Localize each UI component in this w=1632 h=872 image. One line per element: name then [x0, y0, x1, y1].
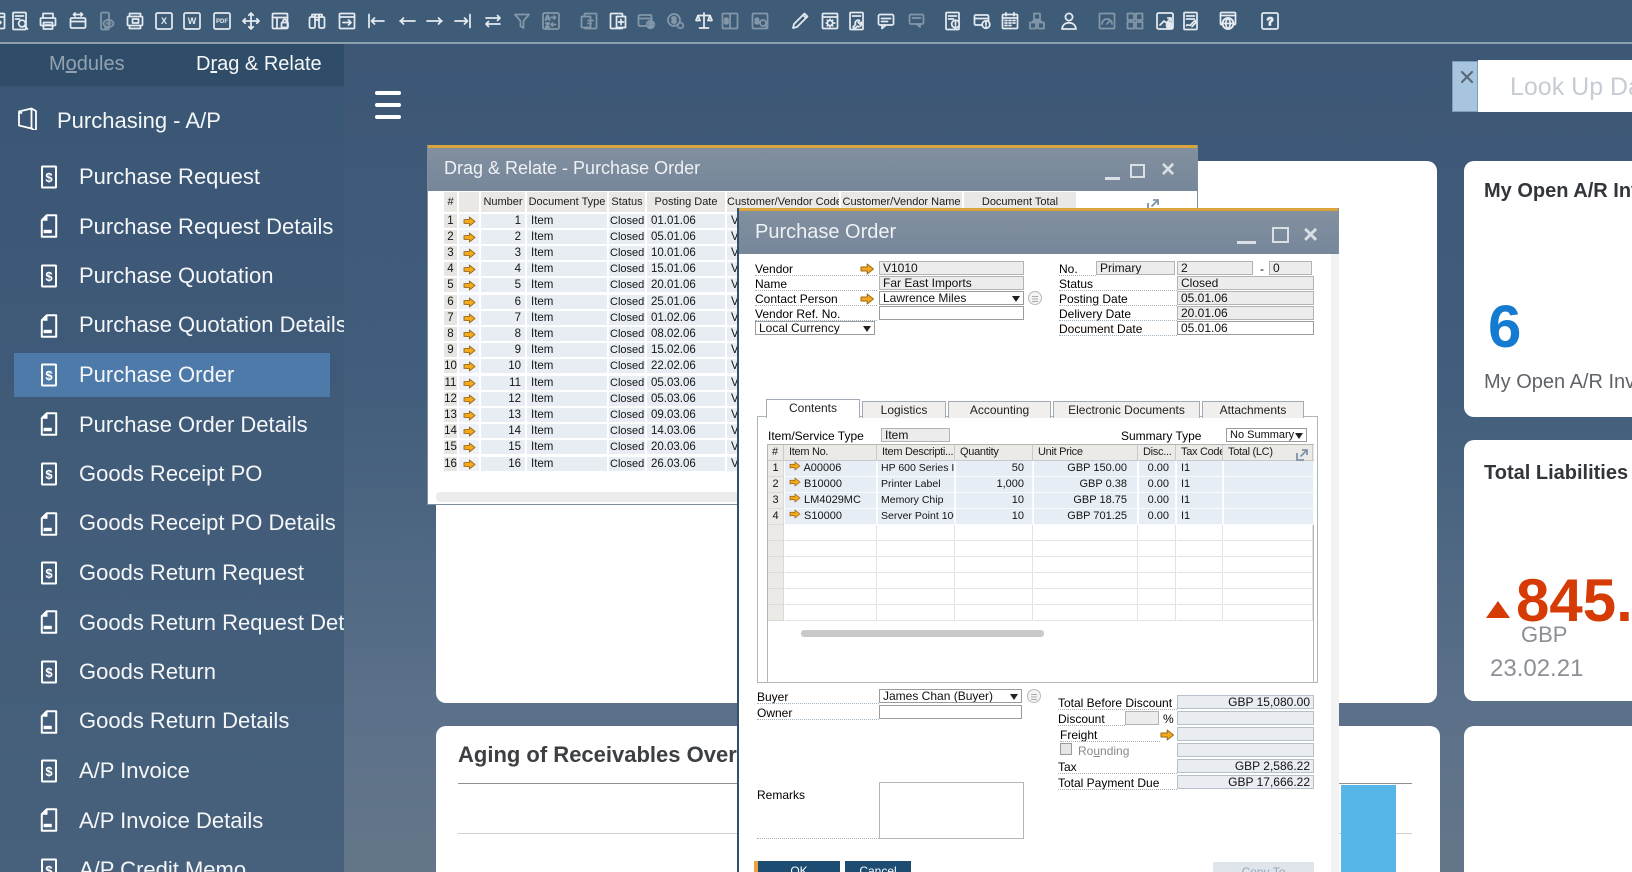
svg-text:$: $ [649, 22, 653, 29]
svg-text:$: $ [45, 467, 53, 482]
svg-text:W: W [188, 16, 197, 26]
svg-text:$: $ [724, 19, 728, 26]
svg-text:Z: Z [546, 23, 550, 30]
svg-text:$: $ [45, 665, 53, 680]
svg-text:X: X [161, 16, 167, 26]
svg-text:$: $ [45, 269, 53, 284]
svg-text:$: $ [45, 863, 53, 872]
svg-text:PDF: PDF [216, 19, 228, 25]
svg-text:?: ? [1267, 16, 1273, 28]
svg-text:$: $ [755, 19, 759, 26]
svg-text:$: $ [45, 566, 53, 581]
svg-text:$: $ [45, 170, 53, 185]
svg-text:$: $ [45, 764, 53, 779]
svg-text:$: $ [1168, 24, 1171, 30]
svg-text:A: A [545, 15, 550, 22]
svg-text:$: $ [45, 368, 53, 383]
svg-text:$: $ [672, 16, 677, 25]
